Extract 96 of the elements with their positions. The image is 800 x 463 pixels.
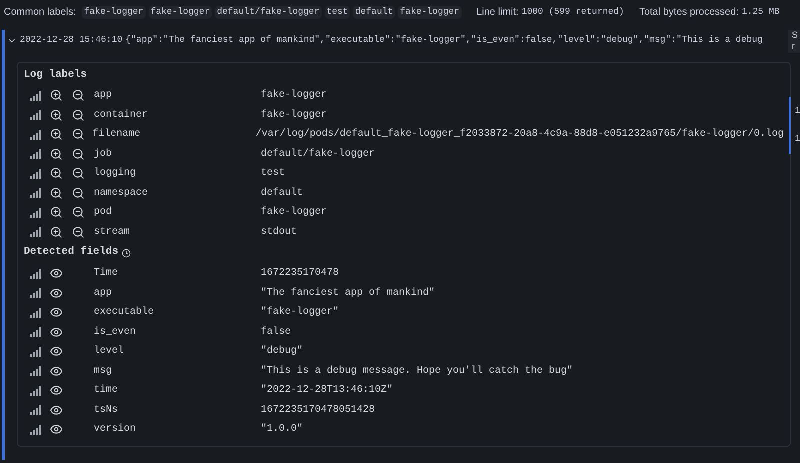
field-name: pod bbox=[94, 206, 114, 220]
field-name: version bbox=[94, 422, 138, 438]
bar-chart-icon[interactable] bbox=[30, 168, 41, 179]
field-name: Time bbox=[94, 266, 120, 282]
bar-chart-icon[interactable] bbox=[30, 386, 41, 396]
zoom-out-icon[interactable] bbox=[72, 206, 85, 220]
field-value: fake-logger bbox=[261, 206, 328, 220]
bar-chart-icon[interactable] bbox=[30, 327, 41, 338]
zoom-in-icon[interactable] bbox=[50, 186, 63, 200]
bytes-value: 1.25 MB bbox=[742, 6, 780, 19]
field-name: filename bbox=[92, 128, 142, 142]
tooltip-text: r bbox=[792, 41, 796, 52]
tooltip-text: S bbox=[792, 30, 800, 41]
field-name: stream bbox=[94, 226, 132, 240]
field-value: 1672235170478051428 bbox=[261, 404, 376, 418]
field-value: fake-logger bbox=[261, 88, 328, 104]
field-name: time bbox=[94, 384, 120, 398]
line-limit-value: 1000 (599 returned) bbox=[522, 6, 624, 19]
bar-chart-icon[interactable] bbox=[30, 130, 41, 140]
field-value: "This is a debug message. Hope you'll catch the bug" bbox=[261, 364, 574, 379]
field-name: container bbox=[94, 108, 150, 123]
bar-chart-icon[interactable] bbox=[30, 288, 41, 298]
zoom-in-icon[interactable] bbox=[50, 148, 63, 161]
bar-chart-icon[interactable] bbox=[30, 90, 41, 101]
eye-icon[interactable] bbox=[50, 404, 63, 417]
field-name: level bbox=[94, 344, 126, 360]
field-value: "fake-logger" bbox=[261, 306, 340, 320]
eye-icon[interactable] bbox=[50, 326, 63, 339]
label-tag: fake-logger bbox=[148, 6, 212, 20]
zoom-out-icon[interactable] bbox=[72, 167, 85, 180]
zoom-out-icon[interactable] bbox=[72, 186, 85, 200]
zoom-in-icon[interactable] bbox=[50, 206, 63, 220]
bar-chart-icon[interactable] bbox=[30, 366, 41, 376]
field-name: tsNs bbox=[94, 404, 120, 418]
zoom-in-icon[interactable] bbox=[50, 167, 63, 180]
side-text: 1 bbox=[795, 104, 800, 118]
zoom-out-icon[interactable] bbox=[72, 148, 85, 161]
bar-chart-icon[interactable] bbox=[30, 208, 41, 218]
bar-chart-icon[interactable] bbox=[30, 227, 41, 238]
field-value: "1.0.0" bbox=[261, 422, 304, 438]
field-value: "debug" bbox=[261, 344, 304, 360]
field-value: false bbox=[261, 326, 292, 340]
field-value: fake-logger bbox=[261, 108, 328, 123]
zoom-in-icon[interactable] bbox=[50, 128, 63, 142]
field-name: job bbox=[94, 148, 114, 162]
eye-icon[interactable] bbox=[50, 423, 63, 436]
field-name: is_even bbox=[94, 326, 138, 340]
side-text: 1 bbox=[795, 133, 800, 146]
field-value: "2022-12-28T13:46:10Z" bbox=[261, 384, 394, 398]
zoom-out-icon[interactable] bbox=[72, 226, 85, 239]
field-name: app bbox=[94, 286, 114, 301]
bar-chart-icon[interactable] bbox=[30, 424, 41, 435]
label-tag: fake-logger bbox=[82, 6, 146, 20]
line-limit-label: Line limit: bbox=[476, 6, 519, 20]
label-tag: fake-logger bbox=[398, 6, 462, 20]
bar-chart-icon[interactable] bbox=[30, 110, 41, 120]
field-value: default bbox=[261, 186, 304, 201]
field-value: "The fanciest app of mankind" bbox=[261, 286, 436, 301]
eye-icon[interactable] bbox=[50, 364, 63, 378]
field-value: test bbox=[261, 167, 286, 182]
field-value: default/fake-logger bbox=[261, 148, 376, 162]
bytes-label: Total bytes processed: bbox=[639, 6, 739, 20]
bar-chart-icon[interactable] bbox=[30, 405, 41, 416]
zoom-in-icon[interactable] bbox=[50, 108, 63, 122]
bar-chart-icon[interactable] bbox=[30, 308, 41, 318]
eye-icon[interactable] bbox=[50, 267, 63, 280]
bar-chart-icon[interactable] bbox=[30, 188, 41, 198]
zoom-in-icon[interactable] bbox=[50, 89, 63, 102]
zoom-out-icon[interactable] bbox=[72, 89, 85, 102]
eye-icon[interactable] bbox=[50, 345, 63, 358]
zoom-out-icon[interactable] bbox=[72, 128, 85, 142]
log-message: {"app":"The fanciest app of mankind","executable":"fake-logger","is_even":false,"level":"debug","msg":"This is a debug bbox=[126, 34, 763, 48]
eye-icon[interactable] bbox=[50, 384, 63, 398]
field-name: namespace bbox=[94, 186, 150, 201]
eye-icon[interactable] bbox=[50, 286, 63, 300]
zoom-out-icon[interactable] bbox=[72, 108, 85, 122]
bar-chart-icon[interactable] bbox=[30, 268, 41, 279]
label-tag: default/fake-logger bbox=[215, 6, 322, 20]
log-labels-title: Log labels bbox=[24, 68, 88, 84]
label-tag: default bbox=[353, 6, 396, 20]
bar-chart-icon[interactable] bbox=[30, 346, 41, 357]
field-value: stdout bbox=[261, 226, 298, 240]
zoom-in-icon[interactable] bbox=[50, 226, 63, 239]
field-name: msg bbox=[94, 364, 114, 379]
field-name: executable bbox=[94, 306, 156, 320]
clock-icon bbox=[122, 248, 131, 258]
log-timestamp: 2022-12-28 15:46:10 bbox=[20, 34, 123, 48]
eye-icon[interactable] bbox=[50, 306, 63, 320]
common-labels-title: Common labels: bbox=[4, 6, 76, 20]
field-value: 1672235170478 bbox=[261, 267, 340, 282]
label-tag: test bbox=[324, 6, 350, 20]
bar-chart-icon[interactable] bbox=[30, 149, 41, 160]
field-value: /var/log/pods/default_fake-logger_f2033872-20a8-4c9a-88d8-e051232a9765/fake-logger/0.log bbox=[256, 128, 784, 142]
field-name: app bbox=[94, 89, 114, 104]
field-name: logging bbox=[94, 166, 138, 182]
detected-fields-title: Detected fields bbox=[24, 245, 119, 260]
